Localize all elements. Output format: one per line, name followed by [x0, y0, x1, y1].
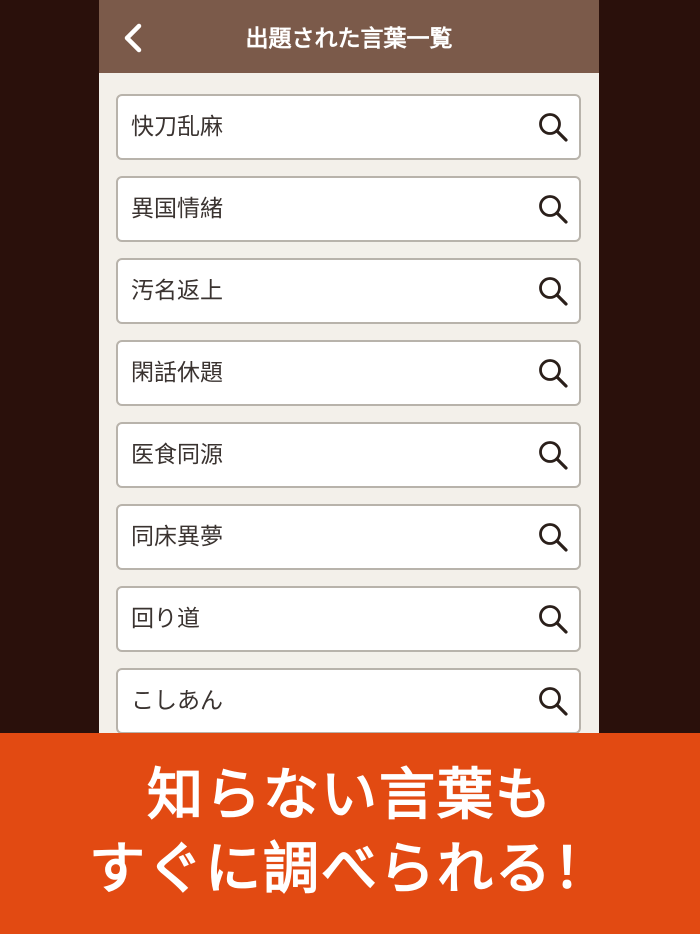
word-item[interactable]: 汚名返上: [116, 258, 581, 324]
word-item[interactable]: こしあん: [116, 668, 581, 734]
word-label: こしあん: [131, 688, 223, 714]
word-item[interactable]: 異国情緒: [116, 176, 581, 242]
search-icon[interactable]: [537, 603, 569, 635]
word-label: 同床異夢: [131, 524, 223, 550]
word-label: 快刀乱麻: [131, 114, 223, 140]
promo-headline: 知らない言葉も: [147, 763, 553, 828]
search-icon[interactable]: [537, 357, 569, 389]
word-list: 快刀乱麻 異国情緒 汚名返上 閑話休題 医食同源 同床異夢 回り道 こしあん: [116, 94, 581, 740]
word-item[interactable]: 回り道: [116, 586, 581, 652]
word-label: 異国情緒: [131, 196, 223, 222]
word-item[interactable]: 同床異夢: [116, 504, 581, 570]
word-label: 汚名返上: [131, 278, 223, 304]
word-label: 閑話休題: [131, 360, 223, 386]
search-icon[interactable]: [537, 521, 569, 553]
navigation-bar: 出題された言葉一覧: [99, 0, 599, 73]
app-screen: 出題された言葉一覧 快刀乱麻 異国情緒 汚名返上 閑話休題 医食同源 同床異夢 …: [99, 0, 599, 740]
promo-subheadline: すぐに調べられる！: [89, 837, 611, 902]
word-item[interactable]: 閑話休題: [116, 340, 581, 406]
word-label: 回り道: [131, 606, 200, 632]
page-title: 出題された言葉一覧: [245, 26, 453, 52]
word-item[interactable]: 医食同源: [116, 422, 581, 488]
word-item[interactable]: 快刀乱麻: [116, 94, 581, 160]
search-icon[interactable]: [537, 275, 569, 307]
promo-banner: 知らない言葉も すぐに調べられる！: [0, 733, 700, 934]
search-icon[interactable]: [537, 111, 569, 143]
search-icon[interactable]: [537, 439, 569, 471]
search-icon[interactable]: [537, 193, 569, 225]
word-label: 医食同源: [131, 442, 223, 468]
search-icon[interactable]: [537, 685, 569, 717]
